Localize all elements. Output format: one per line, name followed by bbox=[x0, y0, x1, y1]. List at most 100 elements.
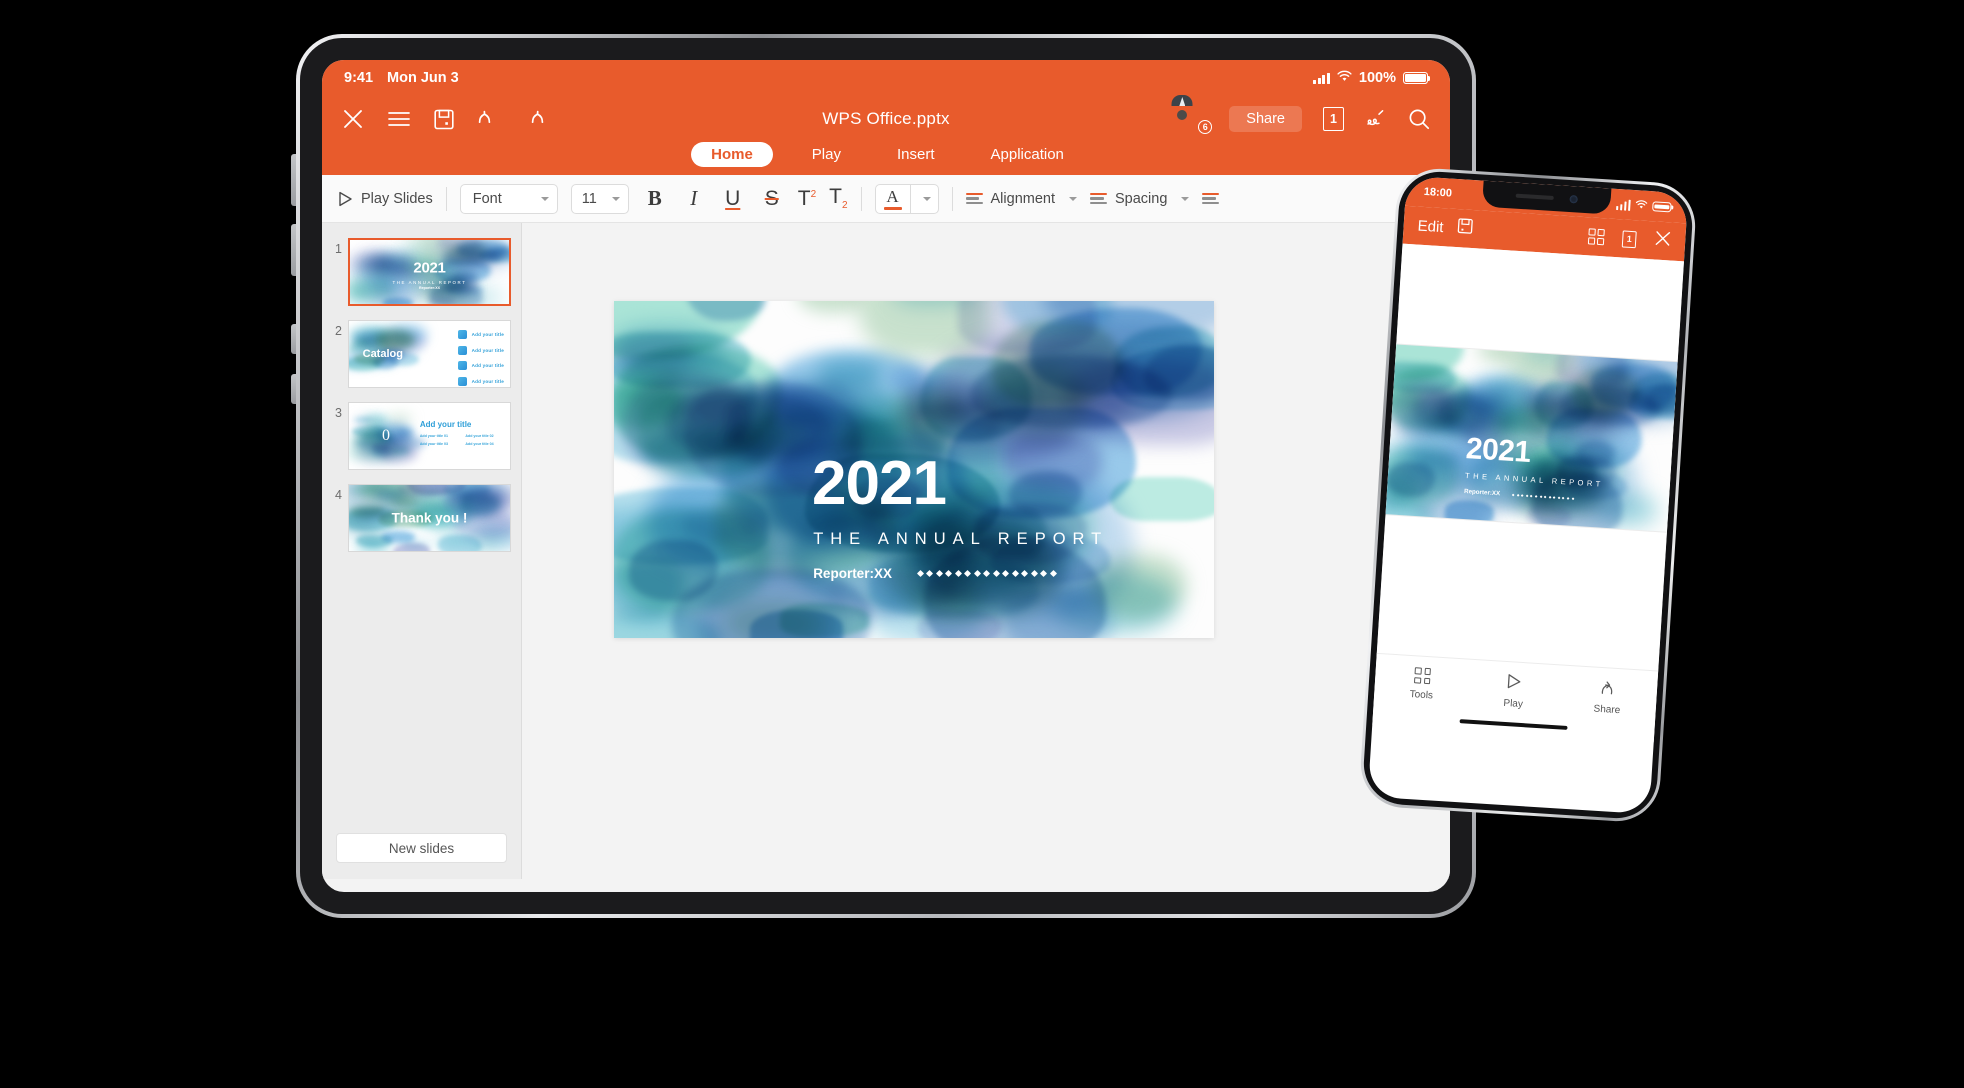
collaborator-count-badge: 6 bbox=[1198, 120, 1213, 134]
ribbon-divider-2 bbox=[860, 186, 862, 211]
tablet-volume-down-button[interactable] bbox=[291, 224, 296, 276]
font-family-select[interactable]: Font bbox=[459, 183, 558, 214]
thumb-title: Thank you ! bbox=[391, 510, 468, 526]
slide-thumbnail-3[interactable]: 0 Add your title Add your title 01 Add y… bbox=[348, 402, 511, 470]
more-options-button[interactable] bbox=[1202, 192, 1220, 205]
slide-canvas-area[interactable]: 2021 THE ANNUAL REPORT Reporter:XX bbox=[522, 223, 1450, 879]
list-item: Add your title bbox=[457, 376, 504, 386]
battery-icon bbox=[1652, 201, 1672, 213]
bottom-item-share[interactable]: Share bbox=[1593, 679, 1622, 716]
tab-home[interactable]: Home bbox=[691, 142, 773, 167]
pen-icon[interactable] bbox=[1365, 109, 1387, 129]
tablet-screen: 9:41 Mon Jun 3 100% WPS Office.pptx 6 Sh… bbox=[322, 60, 1450, 892]
phone-device: 18:00 Edit 1 2021 THE ANNUAL REPORT Repo… bbox=[1358, 166, 1698, 824]
bullet-item: Add your title 03 bbox=[419, 442, 448, 447]
ribbon-divider-3 bbox=[951, 186, 953, 211]
decorative-dots bbox=[1511, 493, 1575, 501]
spacing-lines-icon bbox=[1090, 192, 1107, 205]
battery-icon bbox=[1403, 72, 1431, 84]
list-item[interactable]: 4 Thank you ! bbox=[322, 477, 521, 559]
spacing-button[interactable]: Spacing bbox=[1090, 191, 1190, 207]
play-slides-button[interactable]: Play Slides bbox=[338, 191, 433, 207]
slide-subtitle[interactable]: THE ANNUAL REPORT bbox=[813, 530, 1108, 549]
item-label: Add your title bbox=[471, 363, 504, 368]
subscript-base: T bbox=[829, 185, 842, 209]
phone-slide-text-layer: 2021 THE ANNUAL REPORT Reporter:XX bbox=[1386, 344, 1678, 531]
font-color-button[interactable]: A bbox=[874, 183, 911, 214]
search-icon[interactable] bbox=[1408, 108, 1430, 130]
tab-play[interactable]: Play bbox=[795, 142, 858, 167]
close-icon[interactable] bbox=[1654, 229, 1672, 252]
home-indicator[interactable] bbox=[1459, 718, 1568, 730]
edit-button[interactable]: Edit bbox=[1417, 217, 1444, 236]
bold-button[interactable]: B bbox=[642, 186, 668, 211]
tablet-status-bar: 9:41 Mon Jun 3 100% bbox=[322, 60, 1450, 96]
font-color-dropdown[interactable] bbox=[910, 183, 939, 214]
subscript-button[interactable]: T2 bbox=[829, 185, 847, 211]
slide-number: 3 bbox=[335, 406, 342, 420]
italic-button[interactable]: I bbox=[681, 186, 707, 211]
slide-title[interactable]: 2021 bbox=[812, 452, 947, 515]
share-arrow-icon bbox=[1600, 679, 1617, 699]
font-size-select[interactable]: 11 bbox=[570, 183, 629, 214]
font-family-value: Font bbox=[472, 190, 502, 207]
tablet-side-button-b[interactable] bbox=[291, 374, 296, 404]
font-color-group: A bbox=[874, 183, 939, 214]
chevron-down-icon bbox=[1181, 196, 1190, 201]
bullet-item: Add your title 01 bbox=[419, 434, 448, 439]
slide-reporter-row: Reporter:XX bbox=[1463, 488, 1575, 502]
tablet-device: 9:41 Mon Jun 3 100% WPS Office.pptx 6 Sh… bbox=[291, 34, 1476, 918]
list-item[interactable]: 3 0 Add your title Add your title 01 Add… bbox=[322, 395, 521, 477]
slide-reporter: Reporter:XX bbox=[1463, 488, 1501, 498]
item-label: Add your title bbox=[471, 378, 504, 384]
alignment-lines-icon bbox=[965, 192, 983, 205]
tab-application[interactable]: Application bbox=[974, 142, 1081, 167]
undo-icon[interactable] bbox=[478, 110, 500, 129]
chip-icon bbox=[457, 361, 467, 370]
list-item[interactable]: 1 2021 THE ANNUAL REPORT Reporter:XX bbox=[322, 231, 521, 313]
page-count-indicator[interactable]: 1 bbox=[1621, 229, 1637, 248]
decorative-dots bbox=[916, 569, 1057, 577]
font-color-label: A bbox=[886, 186, 899, 206]
superscript-base: T bbox=[797, 186, 811, 210]
status-time: 9:41 bbox=[344, 70, 374, 86]
active-slide[interactable]: 2021 THE ANNUAL REPORT Reporter:XX bbox=[614, 301, 1214, 638]
alignment-button[interactable]: Alignment bbox=[965, 190, 1077, 207]
slide-thumbnail-2[interactable]: Catalog Add your title Add your title Ad… bbox=[348, 320, 511, 388]
bottom-item-tools[interactable]: Tools bbox=[1409, 667, 1434, 701]
close-icon[interactable] bbox=[342, 108, 364, 130]
tablet-volume-up-button[interactable] bbox=[291, 154, 296, 206]
slide-subtitle: THE ANNUAL REPORT bbox=[1464, 471, 1604, 490]
thumb-subtitle: THE ANNUAL REPORT bbox=[392, 279, 467, 285]
alignment-label: Alignment bbox=[990, 190, 1055, 207]
bottom-item-play[interactable]: Play bbox=[1503, 673, 1525, 710]
app-header: WPS Office.pptx 6 Share 1 Home Play Inse… bbox=[322, 95, 1450, 175]
new-slides-button[interactable]: New slides bbox=[336, 833, 507, 863]
page-count-indicator[interactable]: 1 bbox=[1323, 107, 1344, 131]
status-date: Mon Jun 3 bbox=[387, 70, 459, 86]
header-tabs: Home Play Insert Application bbox=[342, 142, 1430, 167]
save-icon[interactable] bbox=[1457, 217, 1473, 240]
tab-insert[interactable]: Insert bbox=[880, 142, 952, 167]
bullet-item: Add your title 04 bbox=[465, 442, 494, 447]
editor-area: 1 2021 THE ANNUAL REPORT Reporter:XX 2 C… bbox=[322, 223, 1450, 879]
save-icon[interactable] bbox=[434, 109, 454, 130]
collaborator-avatar[interactable]: 6 bbox=[1171, 95, 1213, 134]
phone-active-slide[interactable]: 2021 THE ANNUAL REPORT Reporter:XX bbox=[1385, 343, 1678, 533]
superscript-button[interactable]: T2 bbox=[798, 187, 816, 211]
slide-reporter-row[interactable]: Reporter:XX bbox=[813, 565, 1057, 581]
slide-thumbnail-4[interactable]: Thank you ! bbox=[348, 484, 511, 552]
chevron-down-icon bbox=[540, 196, 549, 201]
grid-view-icon[interactable] bbox=[1587, 228, 1605, 246]
redo-icon[interactable] bbox=[524, 110, 546, 129]
hamburger-menu-icon[interactable] bbox=[388, 111, 410, 127]
slide-reporter: Reporter:XX bbox=[813, 565, 892, 581]
thumb-title: Catalog bbox=[362, 348, 403, 360]
share-button[interactable]: Share bbox=[1229, 106, 1302, 132]
strikethrough-button[interactable]: S bbox=[759, 187, 785, 211]
slide-thumbnail-1[interactable]: 2021 THE ANNUAL REPORT Reporter:XX bbox=[348, 238, 511, 306]
list-item[interactable]: 2 Catalog Add your title Add your title … bbox=[322, 313, 521, 395]
underline-button[interactable]: U bbox=[720, 187, 746, 211]
tablet-side-button-a[interactable] bbox=[291, 324, 296, 354]
wifi-icon bbox=[1337, 70, 1352, 86]
